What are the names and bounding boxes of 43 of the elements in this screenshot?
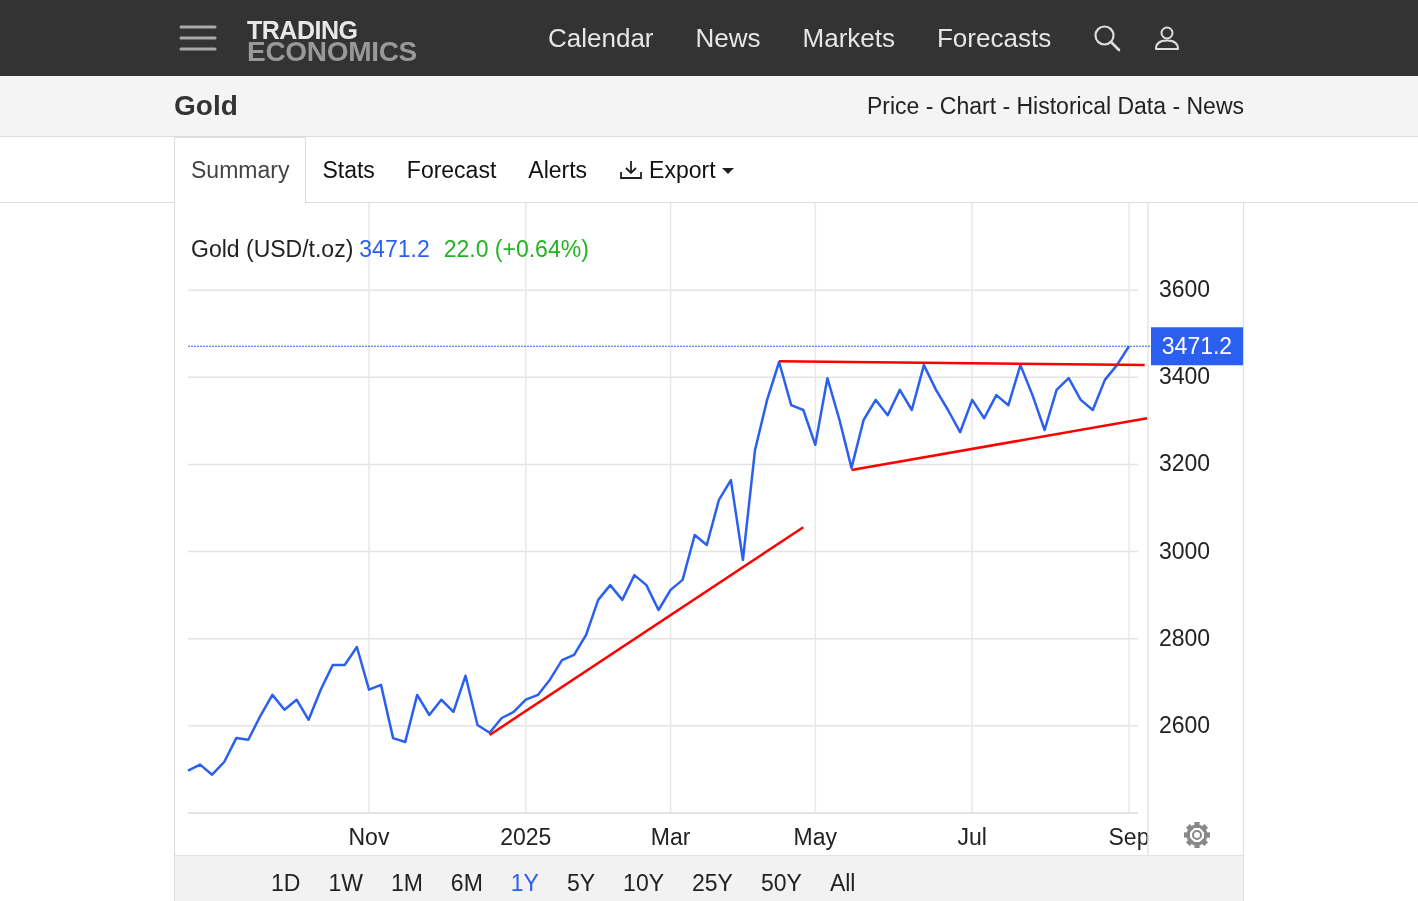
nav-link[interactable]: Calendar	[527, 22, 675, 54]
price-label: 3471.2	[1151, 327, 1243, 366]
download-icon	[619, 158, 644, 181]
axis-label: 2025	[500, 824, 552, 850]
axis-label: 3400	[1159, 363, 1211, 390]
section-links[interactable]: Price - Chart - Historical Data - News	[866, 92, 1244, 120]
caret-icon	[721, 167, 734, 174]
axis-label: 3200	[1159, 450, 1211, 477]
range-button[interactable]: 1W	[328, 861, 363, 897]
menu-icon[interactable]	[178, 23, 218, 53]
tab[interactable]: Forecast	[390, 137, 513, 203]
tab[interactable]: Summary	[174, 137, 307, 204]
page-title: Gold	[174, 90, 238, 122]
search-icon[interactable]	[1092, 23, 1123, 53]
axis-label: Mar	[650, 824, 691, 850]
axis-label: Jul	[957, 824, 987, 850]
export-dropdown[interactable]: Export	[603, 137, 750, 203]
axis-label: 2800	[1159, 624, 1211, 651]
price-change: 22.0 (+0.64%)	[443, 236, 589, 263]
axis-label: 2600	[1159, 711, 1211, 738]
range-button[interactable]: 25Y	[692, 861, 733, 897]
axis-label: Sep	[1108, 824, 1150, 850]
instrument-name: Gold (USD/t.oz)	[191, 236, 354, 263]
range-button[interactable]: 50Y	[760, 861, 802, 897]
nav-link[interactable]: News	[674, 22, 782, 54]
range-button[interactable]: 1Y	[510, 861, 539, 897]
tab[interactable]: Stats	[306, 137, 391, 203]
settings-icon[interactable]	[1184, 822, 1210, 848]
nav-link[interactable]: Forecasts	[916, 22, 1073, 54]
nav-link[interactable]: Markets	[781, 22, 916, 54]
logo[interactable]: TRADING ECONOMICS	[247, 19, 417, 63]
range-button[interactable]: 6M	[450, 861, 483, 897]
axis-label: 3600	[1159, 276, 1211, 303]
range-button[interactable]: 1D	[271, 861, 301, 897]
axis-label: Nov	[348, 824, 390, 850]
axis-label: 3000	[1159, 537, 1211, 564]
range-button[interactable]: All	[829, 861, 856, 897]
range-button[interactable]: 1M	[390, 861, 423, 897]
range-button[interactable]: 5Y	[566, 861, 596, 897]
axis-label: May	[793, 824, 838, 850]
tab[interactable]: Alerts	[512, 137, 604, 203]
range-button[interactable]: 10Y	[623, 861, 665, 897]
price-value: 3471.2	[359, 236, 430, 263]
